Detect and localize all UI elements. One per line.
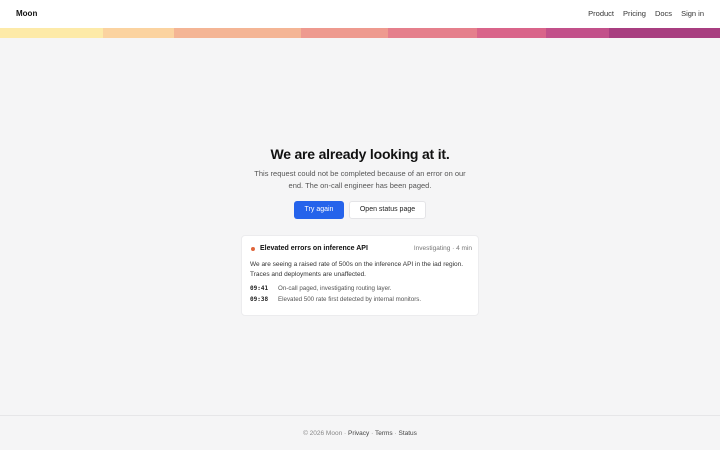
error-page-main: We are already looking at it. This reque… — [0, 38, 720, 415]
open-status-page-button[interactable]: Open status page — [349, 201, 426, 219]
terms-link[interactable]: Terms — [375, 430, 393, 437]
incident-header: Elevated errors on inference API Investi… — [250, 244, 472, 254]
brand-logo[interactable]: Moon — [16, 9, 37, 18]
strip-segment — [301, 28, 388, 38]
copyright-text: © 2026 Moon — [303, 430, 343, 437]
incident-status-meta: Investigating · 4 min — [413, 245, 472, 252]
page-title: We are already looking at it. — [270, 146, 450, 162]
status-link[interactable]: Status — [398, 430, 416, 437]
strip-segment — [609, 28, 720, 38]
incident-card: Elevated errors on inference API Investi… — [241, 235, 479, 316]
strip-segment — [388, 28, 477, 38]
incident-update: 09:41 On-call paged, investigating routi… — [250, 285, 472, 294]
strip-segment — [0, 28, 103, 38]
footer-separator: · — [344, 430, 347, 437]
footer-links: © 2026 Moon · Privacy · Terms · Status — [0, 430, 720, 437]
strip-segment — [103, 28, 174, 38]
nav-links: Product Pricing Docs Sign in — [588, 9, 704, 18]
decorative-color-strip — [0, 28, 720, 38]
status-dot-icon — [251, 247, 255, 251]
strip-segment — [174, 28, 301, 38]
incident-body: We are seeing a raised rate of 500s on t… — [250, 261, 464, 278]
error-description: This request could not be completed beca… — [254, 169, 466, 190]
nav-pricing-link[interactable]: Pricing — [623, 9, 646, 18]
strip-segment — [546, 28, 609, 38]
footer-separator: · — [394, 430, 397, 437]
update-message: Elevated 500 rate first detected by inte… — [278, 296, 422, 303]
update-time: 09:38 — [250, 296, 269, 303]
privacy-link[interactable]: Privacy — [348, 430, 369, 437]
nav-signin-link[interactable]: Sign in — [681, 9, 704, 18]
nav-product-link[interactable]: Product — [588, 9, 614, 18]
update-message: On-call paged, investigating routing lay… — [278, 285, 392, 292]
incident-update: 09:38 Elevated 500 rate first detected b… — [250, 296, 472, 305]
update-time: 09:41 — [250, 285, 269, 292]
incident-title: Elevated errors on inference API — [260, 245, 368, 252]
strip-segment — [477, 28, 546, 38]
page-footer: © 2026 Moon · Privacy · Terms · Status — [0, 415, 720, 450]
footer-separator: · — [371, 430, 374, 437]
try-again-button[interactable]: Try again — [294, 201, 344, 219]
nav-docs-link[interactable]: Docs — [655, 9, 672, 18]
top-navigation-bar: Moon Product Pricing Docs Sign in — [0, 0, 720, 28]
